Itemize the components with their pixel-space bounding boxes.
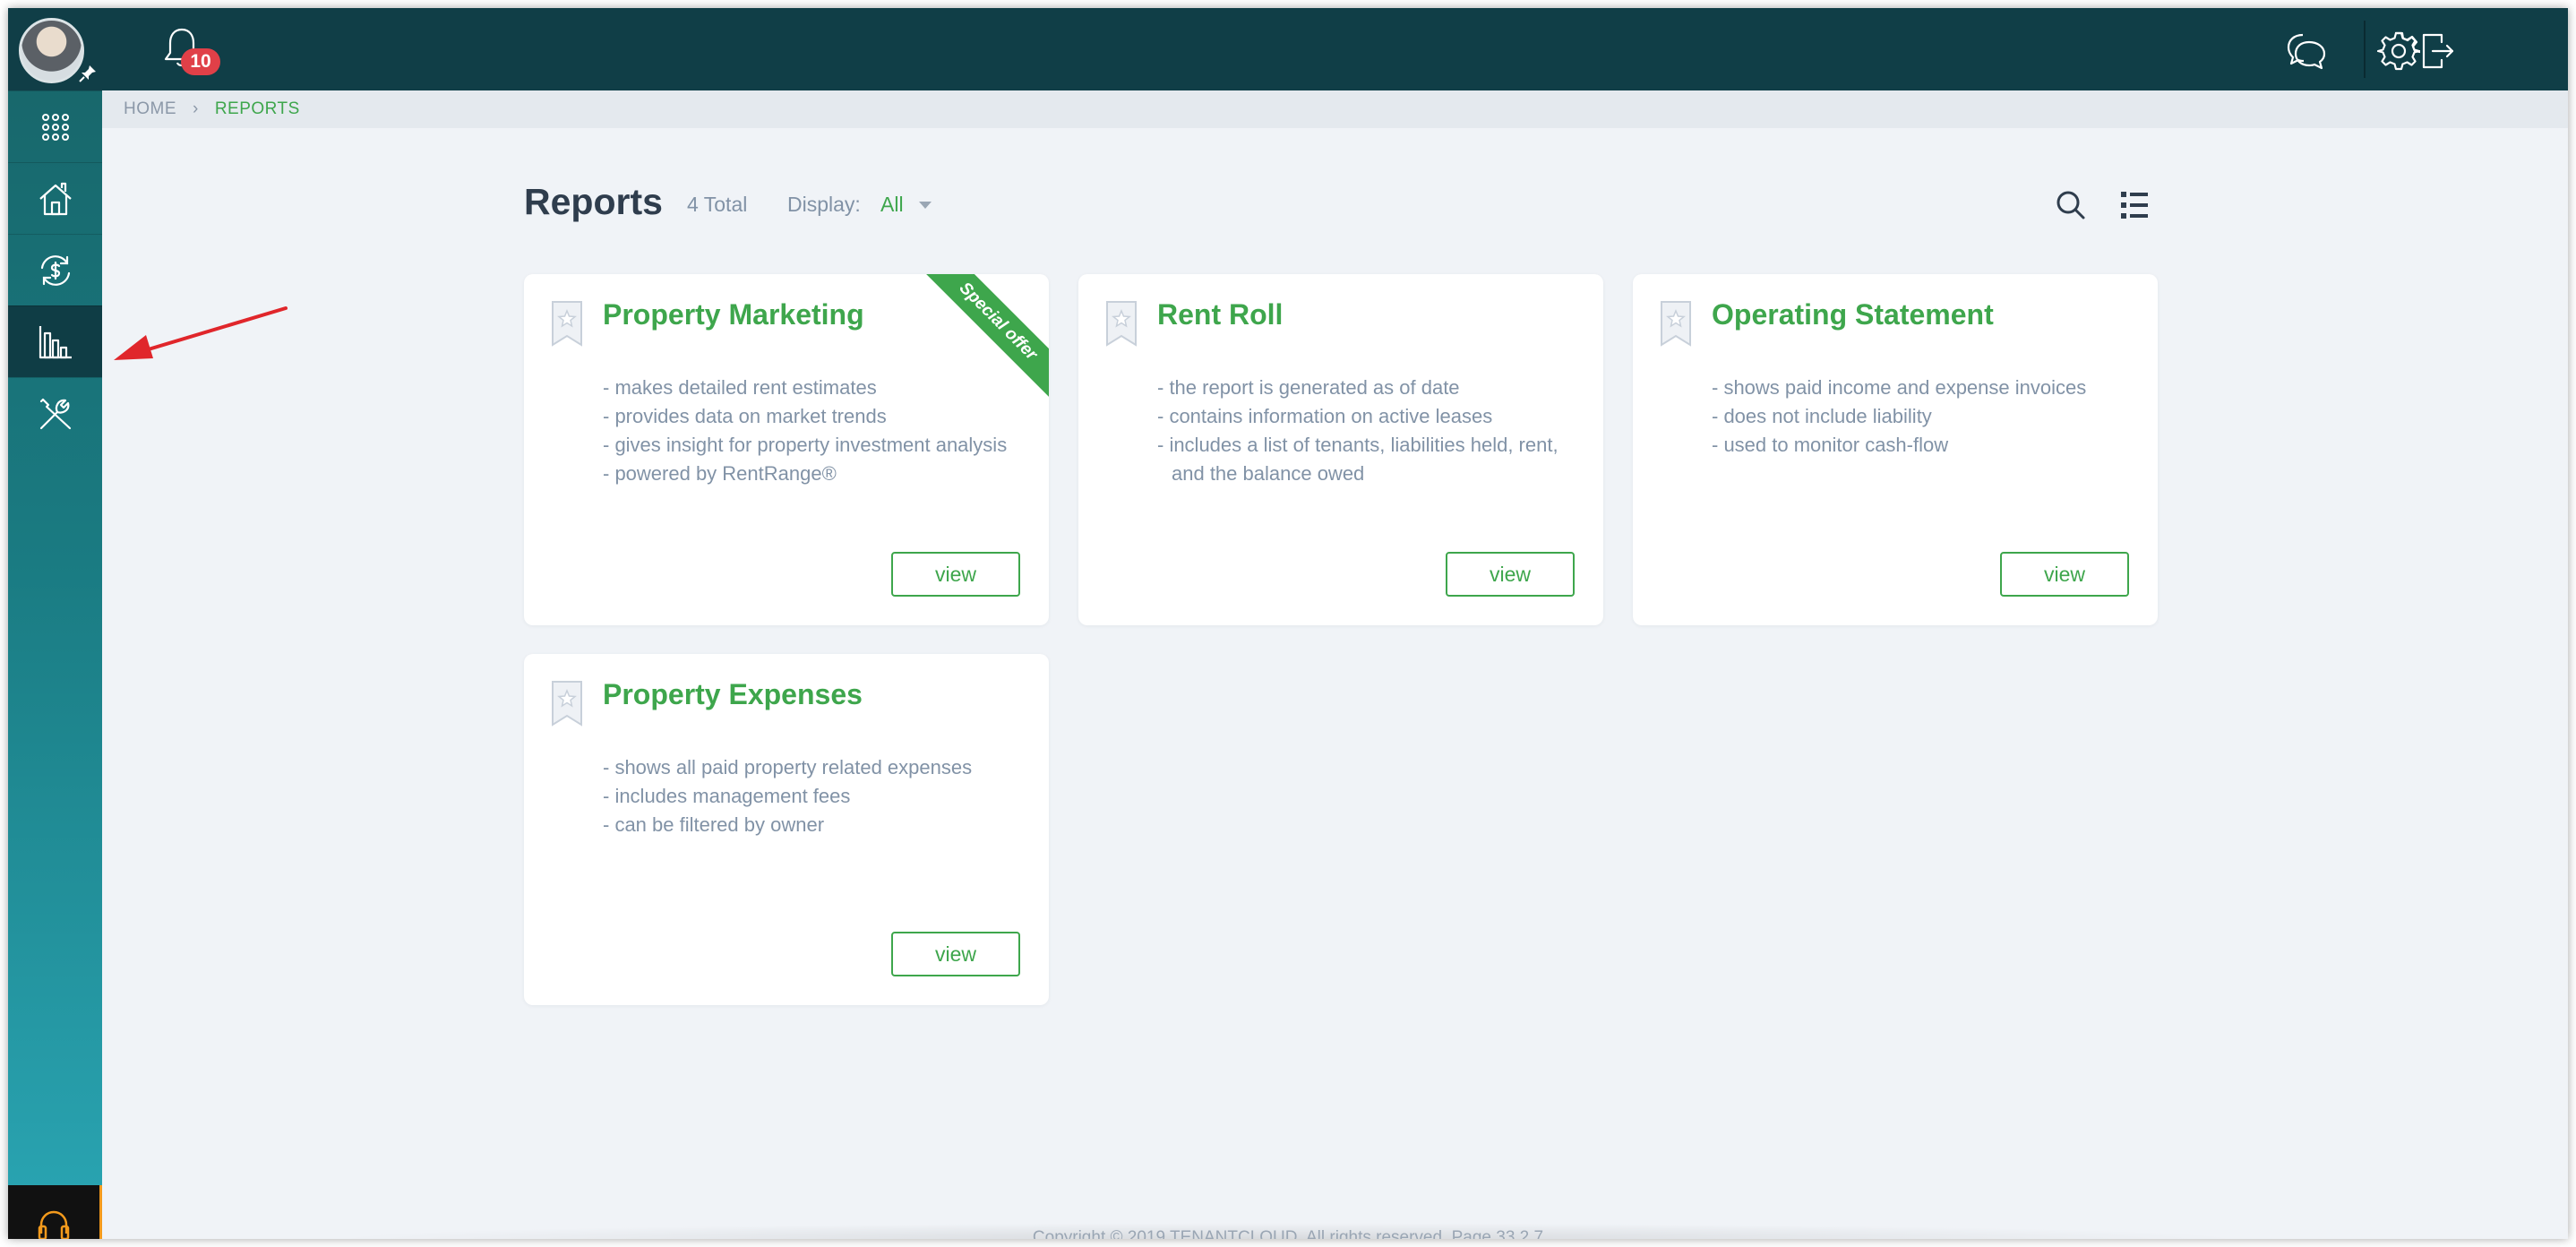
- sidebar-item-tools[interactable]: [8, 377, 102, 449]
- bookmark-star-icon[interactable]: [1660, 300, 1692, 347]
- page-title: Reports: [524, 181, 663, 222]
- list-item: - gives insight for property investment …: [603, 434, 1008, 456]
- list-view-icon[interactable]: [2117, 187, 2153, 223]
- view-button[interactable]: view: [891, 552, 1020, 597]
- display-filter-select[interactable]: All: [880, 193, 904, 217]
- report-card-rent-roll: Rent Roll - the report is generated as o…: [1078, 274, 1603, 625]
- chevron-down-icon[interactable]: [919, 202, 932, 209]
- logout-icon[interactable]: [2415, 30, 2458, 73]
- card-title: Property Expenses: [603, 678, 863, 710]
- sidebar-item-accounting[interactable]: [8, 234, 102, 305]
- card-title: Property Marketing: [603, 298, 864, 331]
- annotation-arrow-icon: [114, 306, 288, 360]
- sidebar: [8, 8, 102, 1239]
- profile-area: [8, 8, 102, 90]
- list-item: - contains information on active leases: [1157, 405, 1493, 427]
- list-item: - does not include liability: [1712, 405, 1932, 427]
- list-item: - shows paid income and expense invoices: [1712, 376, 2087, 399]
- list-item: - can be filtered by owner: [603, 813, 825, 836]
- card-title: Rent Roll: [1157, 298, 1284, 331]
- list-item: - powered by RentRange®: [603, 462, 837, 485]
- list-item: - makes detailed rent estimates: [603, 376, 877, 399]
- report-card-operating-statement: Operating Statement - shows paid income …: [1633, 274, 2158, 625]
- apps-grid-icon: [41, 113, 69, 141]
- report-card-property-expenses: Property Expenses - shows all paid prope…: [524, 654, 1049, 1005]
- list-item: - provides data on market trends: [603, 405, 887, 427]
- reports-icon: [39, 325, 72, 358]
- chat-icon[interactable]: [2285, 30, 2328, 73]
- topbar: 10: [102, 8, 2568, 90]
- sidebar-item-reports[interactable]: [8, 305, 102, 377]
- bookmark-star-icon[interactable]: [1105, 300, 1138, 347]
- avatar[interactable]: [19, 18, 84, 83]
- card-description: - makes detailed rent estimates - provid…: [603, 374, 1024, 488]
- list-item: - includes management fees: [603, 785, 851, 807]
- search-icon[interactable]: [2053, 187, 2089, 223]
- card-description: - shows paid income and expense invoices…: [1712, 374, 2133, 460]
- tools-icon: [39, 398, 71, 429]
- breadcrumb: HOME › REPORTS: [102, 90, 2568, 128]
- bookmark-star-icon[interactable]: [551, 680, 583, 727]
- gear-icon[interactable]: [2377, 30, 2420, 73]
- bookmark-star-icon[interactable]: [551, 300, 583, 347]
- notification-count-badge: 10: [181, 48, 220, 75]
- list-item: - includes a list of tenants, liabilitie…: [1157, 434, 1558, 485]
- list-item: - used to monitor cash-flow: [1712, 434, 1949, 456]
- card-title: Operating Statement: [1712, 298, 1994, 331]
- view-button[interactable]: view: [2000, 552, 2129, 597]
- card-description: - shows all paid property related expens…: [603, 753, 1024, 839]
- sidebar-item-apps[interactable]: [8, 90, 102, 162]
- view-button[interactable]: view: [891, 932, 1020, 976]
- sidebar-item-properties[interactable]: [8, 162, 102, 234]
- breadcrumb-separator: ›: [193, 99, 199, 118]
- footer-copyright: Copyright © 2019 TENANTCLOUD. All rights…: [1032, 1228, 1544, 1239]
- properties-icon: [39, 182, 72, 215]
- breadcrumb-current: REPORTS: [214, 99, 300, 118]
- breadcrumb-home-link[interactable]: HOME: [124, 99, 176, 119]
- display-filter-label: Display:: [787, 193, 861, 216]
- card-description: - the report is generated as of date - c…: [1157, 374, 1578, 488]
- pin-icon[interactable]: [78, 64, 98, 83]
- report-card-property-marketing: Property Marketing - makes detailed rent…: [524, 274, 1049, 625]
- app-window: 10 HOME › REPORTS Reports 4 Total Displa…: [8, 8, 2568, 1239]
- total-count: 4 Total: [687, 193, 748, 216]
- list-item: - the report is generated as of date: [1157, 376, 1460, 399]
- accounting-icon: [40, 254, 70, 286]
- topbar-divider: [2364, 21, 2366, 78]
- list-item: - shows all paid property related expens…: [603, 756, 973, 778]
- view-button[interactable]: view: [1446, 552, 1575, 597]
